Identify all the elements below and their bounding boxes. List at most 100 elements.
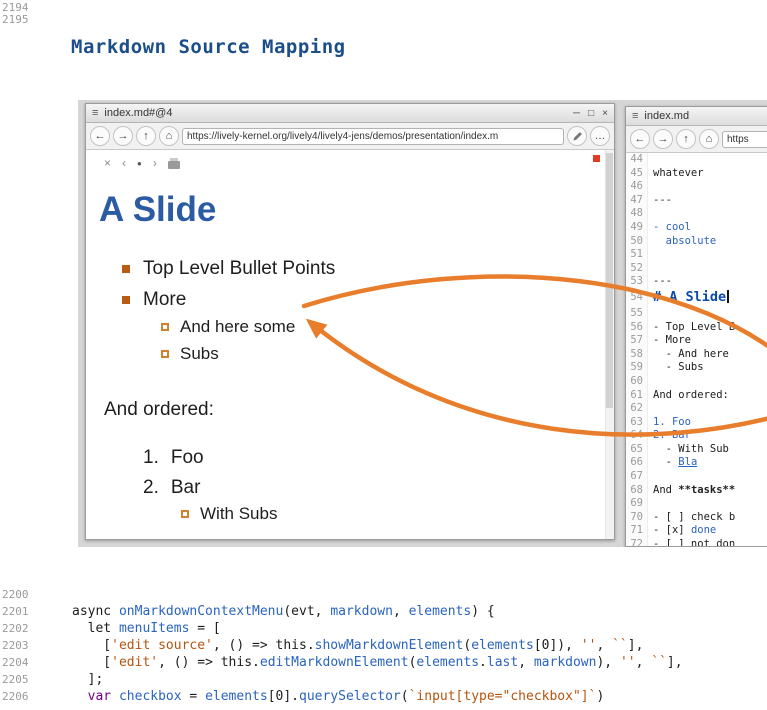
next-slide-icon[interactable]: › xyxy=(153,156,157,170)
up-button[interactable]: ↑ xyxy=(136,126,156,146)
current-slide-icon[interactable]: ● xyxy=(137,159,142,168)
window-title: index.md xyxy=(644,110,767,122)
editor-line: 2206 var checkbox = elements[0].querySel… xyxy=(0,688,767,705)
line-number: 66 xyxy=(626,456,648,470)
list-item: Top Level Bullet Points xyxy=(122,258,335,280)
editor-line: 49- cool xyxy=(626,221,767,235)
home-button[interactable]: ⌂ xyxy=(159,126,179,146)
gutter-line-number: 2194 xyxy=(2,2,29,14)
code-token: , () => xyxy=(213,638,276,653)
list-item-label: Top Level Bullet Points xyxy=(143,258,335,280)
code-token: ), xyxy=(596,655,619,670)
scrollbar[interactable] xyxy=(605,150,614,539)
code-token: 'edit source' xyxy=(111,638,213,653)
navigation-bar: ← → ↑ ⌂ https://lively-kernel.org/lively… xyxy=(86,123,614,150)
editor-line: 45whatever xyxy=(626,167,767,181)
code-token: showMarkdownElement xyxy=(315,638,464,653)
editor-line: 62 xyxy=(626,402,767,416)
more-options-button[interactable]: … xyxy=(590,126,610,146)
editor-line: 72- [ ] not don xyxy=(626,538,767,546)
line-text: ['edit', () => this.editMarkdownElement(… xyxy=(72,654,683,671)
editor-line: 2201 async onMarkdownContextMenu(evt, mar… xyxy=(0,603,767,620)
line-text: async onMarkdownContextMenu(evt, markdow… xyxy=(72,603,495,620)
editor-line: 67 xyxy=(626,470,767,484)
line-text xyxy=(648,470,653,484)
line-text xyxy=(648,375,653,389)
line-text: - [ ] not don xyxy=(648,538,735,546)
code-token: menuItems xyxy=(119,621,189,636)
scrollbar-thumb[interactable] xyxy=(606,153,613,408)
up-button[interactable]: ↑ xyxy=(676,129,696,149)
presentation-toolbar: × ‹ ● › xyxy=(104,156,180,170)
editor-line: 68And **tasks** xyxy=(626,484,767,498)
url-input[interactable]: https xyxy=(722,131,767,148)
code-token: ) xyxy=(596,689,604,704)
line-text: whatever xyxy=(648,167,704,181)
line-text: - Top Level B xyxy=(648,321,735,335)
code-token: 2. Bar xyxy=(653,429,691,441)
editor-line: 61And ordered: xyxy=(626,389,767,403)
line-text: --- xyxy=(648,275,672,289)
code-token: ( xyxy=(283,604,291,619)
code-token: And ordered: xyxy=(653,389,729,401)
home-button[interactable]: ⌂ xyxy=(699,129,719,149)
code-token: ) { xyxy=(471,604,494,619)
close-presentation-icon[interactable]: × xyxy=(104,156,111,170)
back-button[interactable]: ← xyxy=(630,129,650,149)
code-token: 'edit' xyxy=(111,655,158,670)
list-item-label: Bar xyxy=(171,477,201,499)
ordered-list-item: 1. Foo xyxy=(143,447,204,469)
editor-line: 59 - Subs xyxy=(626,361,767,375)
code-token: ], xyxy=(628,638,644,653)
editor-line: 2205 ]; xyxy=(0,671,767,688)
maximize-icon[interactable]: □ xyxy=(588,108,594,119)
code-token: ]; xyxy=(72,672,103,687)
window-controls: ─ □ × xyxy=(573,108,608,119)
code-token: [ xyxy=(72,638,111,653)
javascript-code-editor[interactable]: 22002201 async onMarkdownContextMenu(evt,… xyxy=(0,586,767,705)
url-input[interactable]: https://lively-kernel.org/lively4/lively… xyxy=(182,128,564,145)
list-item-label: And here some xyxy=(180,317,295,337)
line-text: var checkbox = elements[0].querySelector… xyxy=(72,688,604,705)
code-token: - And here xyxy=(653,348,729,360)
code-token: --- xyxy=(653,275,672,287)
menu-icon[interactable]: ≡ xyxy=(92,107,98,119)
close-icon[interactable]: × xyxy=(602,108,608,119)
window-titlebar: ≡ index.md#@4 ─ □ × xyxy=(86,104,614,123)
line-text: - [x] done xyxy=(648,524,716,538)
forward-button[interactable]: → xyxy=(113,126,133,146)
code-token: - [ ] check b xyxy=(653,511,735,523)
code-token: **tasks** xyxy=(678,484,735,496)
markdown-source-editor[interactable]: 4445whatever4647---4849- cool50 absolute… xyxy=(626,153,767,546)
line-text: - cool xyxy=(648,221,691,235)
code-token: this xyxy=(221,655,252,670)
line-number: 2201 xyxy=(0,603,38,620)
editor-line: 55 xyxy=(626,307,767,321)
browser-window-source: ≡ index.md ← → ↑ ⌂ https 4445whatever464… xyxy=(625,106,767,547)
edit-pencil-button[interactable] xyxy=(567,126,587,146)
slide-content: × ‹ ● › A Slide Top Level Bullet Points … xyxy=(86,150,614,539)
line-number: 53 xyxy=(626,275,648,289)
editor-line: 54# A Slide xyxy=(626,289,767,307)
back-button[interactable]: ← xyxy=(90,126,110,146)
line-text xyxy=(648,307,653,321)
print-icon[interactable] xyxy=(168,161,180,169)
forward-button[interactable]: → xyxy=(653,129,673,149)
editor-line: 2200 xyxy=(0,586,767,603)
menu-icon[interactable]: ≡ xyxy=(632,110,638,122)
code-token: - cool xyxy=(653,221,691,233)
code-token: this xyxy=(276,638,307,653)
line-number: 65 xyxy=(626,443,648,457)
minimize-icon[interactable]: ─ xyxy=(573,108,580,119)
line-text xyxy=(648,497,653,511)
line-text: And **tasks** xyxy=(648,484,735,498)
code-token: [0]. xyxy=(268,689,299,704)
code-token: elements xyxy=(409,604,472,619)
line-number: 71 xyxy=(626,524,648,538)
sub-list-item: Subs xyxy=(161,344,219,364)
prev-slide-icon[interactable]: ‹ xyxy=(122,156,126,170)
list-item: More xyxy=(122,289,186,311)
line-text: # A Slide xyxy=(648,289,729,307)
code-token: - xyxy=(653,456,678,468)
window-title: index.md#@4 xyxy=(104,107,567,119)
